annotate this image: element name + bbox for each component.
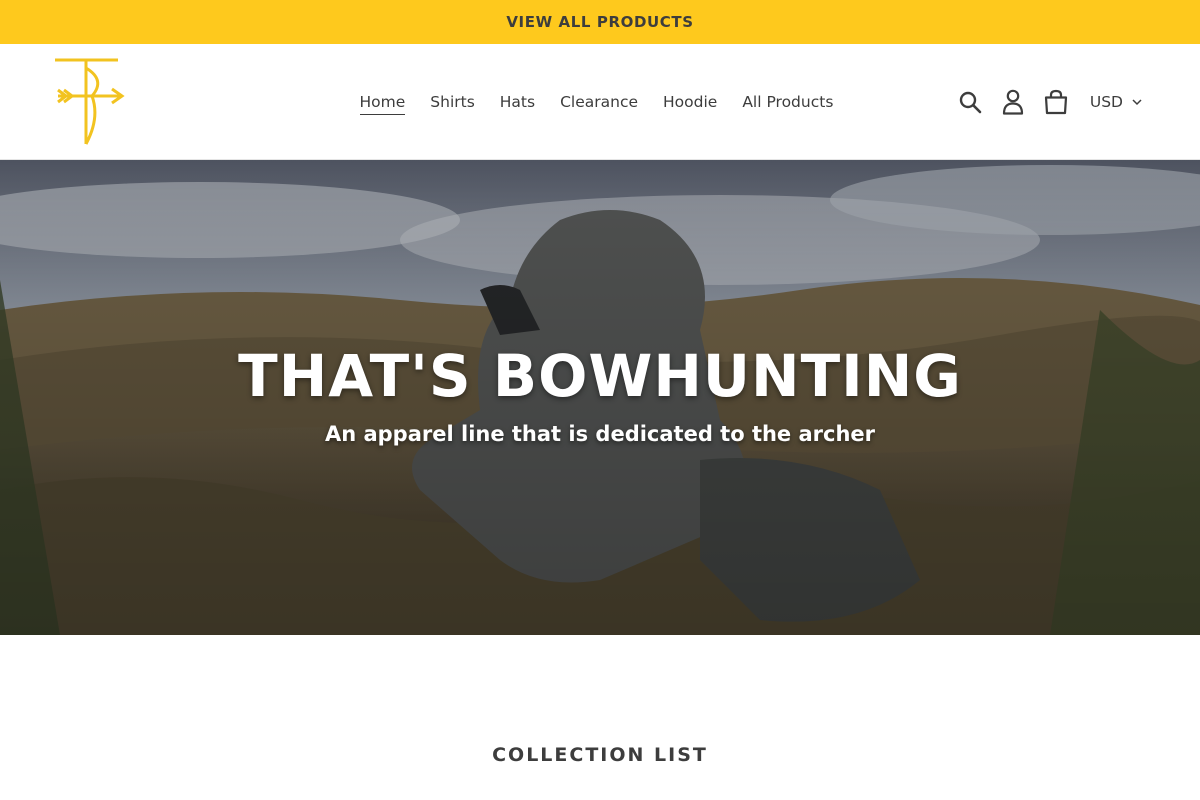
nav-item-hats[interactable]: Hats (487, 93, 547, 111)
view-all-products-link[interactable]: VIEW ALL PRODUCTS (506, 13, 693, 31)
hero-text-block: THAT'S BOWHUNTING An apparel line that i… (0, 338, 1200, 446)
search-button[interactable] (955, 87, 985, 117)
announcement-bar: VIEW ALL PRODUCTS (0, 0, 1200, 44)
account-icon (1002, 89, 1023, 115)
nav-item-hoodie[interactable]: Hoodie (651, 93, 730, 111)
chevron-down-icon (1132, 98, 1142, 105)
nav-item-shirts[interactable]: Shirts (418, 93, 488, 111)
header-actions: USD (942, 44, 1142, 160)
hero-banner: THAT'S BOWHUNTING An apparel line that i… (0, 160, 1200, 635)
account-button[interactable] (998, 87, 1028, 117)
cart-icon (1044, 89, 1067, 115)
cart-button[interactable] (1041, 87, 1071, 117)
search-icon (959, 91, 982, 114)
hero-subtitle: An apparel line that is dedicated to the… (324, 422, 876, 446)
nav-item-all-products[interactable]: All Products (730, 93, 846, 111)
bow-arrow-logo-icon (55, 58, 125, 145)
nav-item-home[interactable]: Home (347, 93, 418, 115)
nav-item-clearance[interactable]: Clearance (548, 93, 651, 111)
main-navigation: Home Shirts Hats Clearance Hoodie All Pr… (347, 44, 846, 160)
hero-title: THAT'S BOWHUNTING (238, 342, 962, 410)
site-header: Home Shirts Hats Clearance Hoodie All Pr… (0, 44, 1200, 160)
currency-selector[interactable]: USD (1090, 93, 1142, 111)
collection-list-heading: COLLECTION LIST (492, 744, 708, 766)
currency-label: USD (1089, 93, 1123, 111)
brand-logo[interactable] (54, 58, 126, 146)
